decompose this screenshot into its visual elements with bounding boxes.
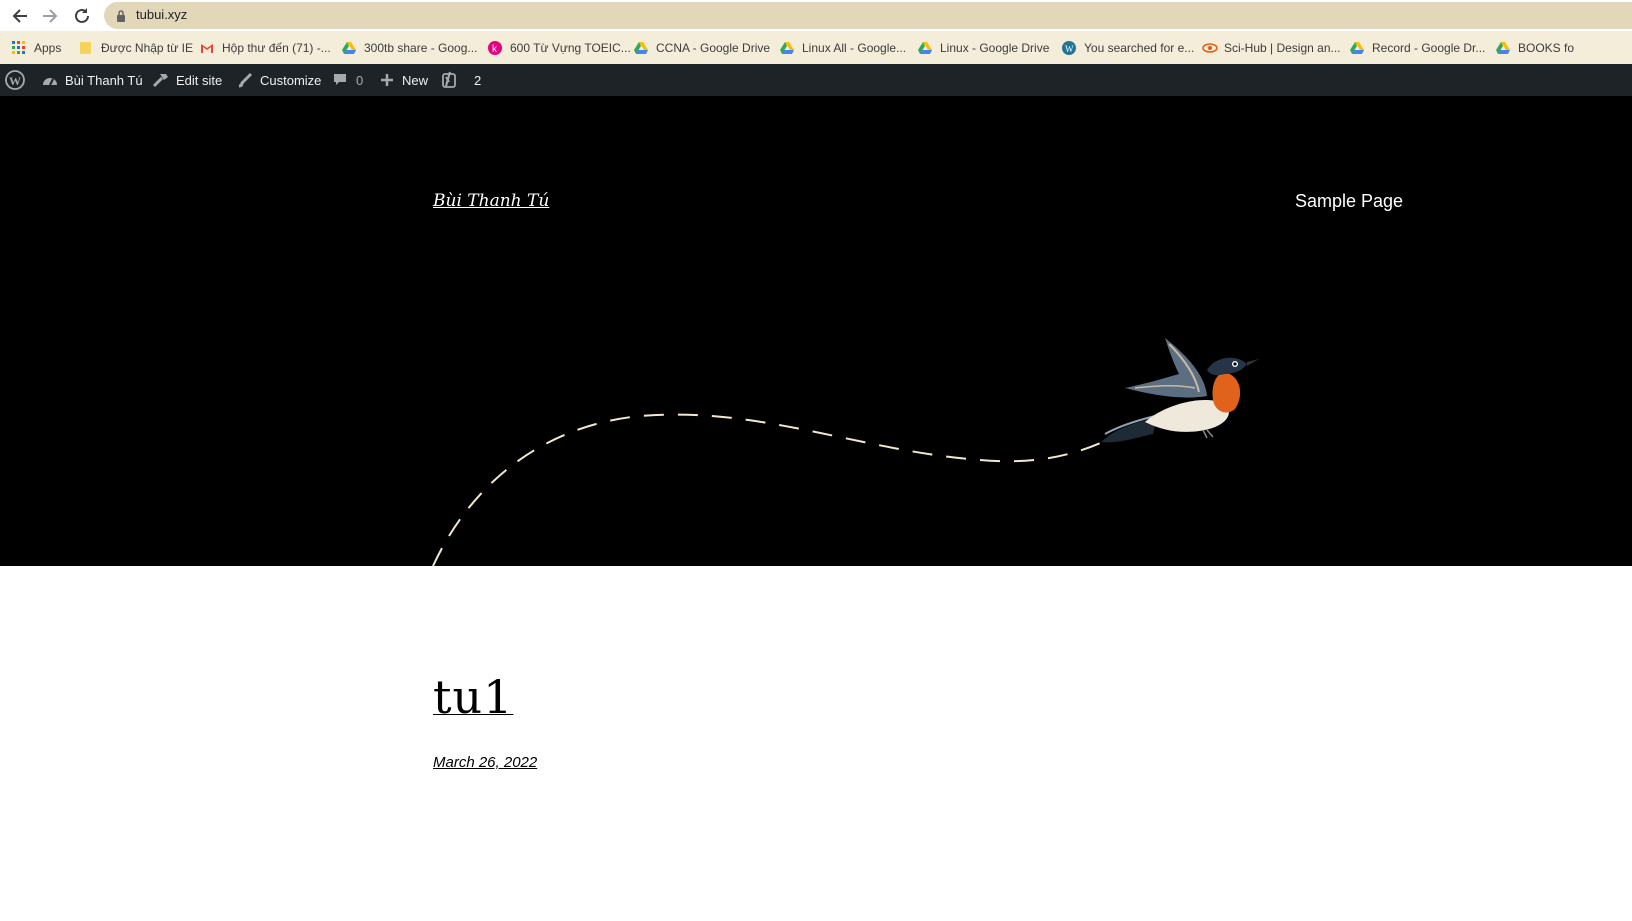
google-drive-icon [342, 41, 356, 55]
gmail-icon [200, 41, 214, 55]
google-drive-icon [780, 41, 794, 55]
customize-button[interactable]: Customize [236, 64, 321, 96]
dashboard-gauge-icon [43, 78, 57, 86]
bookmark-label: Hộp thư đến (71) -... [222, 40, 331, 55]
wordpress-logo-icon[interactable]: W [5, 64, 31, 96]
post-date-link[interactable]: March 26, 2022 [433, 754, 537, 771]
bookmark-label: You searched for e... [1084, 40, 1195, 55]
wp-admin-bar: W Bùi Thanh Tú Edit site Customize 0 New… [0, 64, 1632, 96]
url-text: tubui.xyz [136, 7, 188, 22]
nav-sample-page-link[interactable]: Sample Page [1295, 191, 1403, 212]
bookmark-label: Record - Google Dr... [1372, 40, 1486, 55]
bookmark-label: Apps [34, 40, 62, 55]
google-drive-icon [1496, 41, 1510, 55]
hammer-icon [152, 74, 168, 88]
lock-icon [116, 9, 126, 27]
flight-path-dashes [432, 413, 1116, 566]
yoast-icon [442, 71, 456, 88]
edit-site-button[interactable]: Edit site [152, 64, 222, 96]
comments-count: 0 [356, 72, 364, 88]
bookmark-apps[interactable]: Apps [12, 39, 61, 56]
bookmark-folder-ie[interactable]: Được Nhập từ IE [79, 39, 193, 56]
wordpress-icon: W [1062, 40, 1076, 55]
bookmark-linux-all[interactable]: Linux All - Google... [780, 39, 906, 56]
bookmarks-bar: Apps Được Nhập từ IE Hộp thư đến (71) -.… [0, 31, 1632, 64]
edit-site-label: Edit site [176, 72, 223, 88]
bookmark-books[interactable]: BOOKS fo [1496, 39, 1574, 56]
site-header-hero: Bùi Thanh Tú Sample Page [0, 96, 1632, 566]
bookmark-ccna[interactable]: CCNA - Google Drive [634, 39, 770, 56]
site-title-link[interactable]: Bùi Thanh Tú [433, 191, 549, 211]
scihub-icon [1202, 41, 1218, 55]
google-drive-icon [634, 41, 648, 55]
bookmark-gmail[interactable]: Hộp thư đến (71) -... [200, 39, 331, 56]
yoast-seo-button[interactable]: 2 [442, 64, 481, 96]
brush-icon [238, 72, 253, 88]
folder-icon [79, 41, 93, 55]
post-title-link[interactable]: tu1 [433, 670, 513, 724]
bookmark-label: Linux - Google Drive [940, 40, 1050, 55]
comment-bubble-icon [334, 74, 346, 85]
bookmark-label: Được Nhập từ IE [101, 40, 193, 55]
new-label: New [402, 72, 429, 88]
new-content-button[interactable]: New [378, 64, 428, 96]
admin-site-name-label: Bùi Thanh Tú [65, 72, 143, 88]
customize-label: Customize [260, 72, 322, 88]
bookmark-300tb[interactable]: 300tb share - Goog... [342, 39, 477, 56]
admin-site-name[interactable]: Bùi Thanh Tú [41, 64, 143, 96]
arrow-left-icon[interactable] [8, 4, 32, 28]
bookmark-label: Linux All - Google... [802, 40, 907, 55]
yoast-count: 2 [474, 72, 482, 88]
browser-toolbar: tubui.xyz [0, 0, 1632, 31]
apps-grid-icon [12, 40, 26, 55]
reload-icon[interactable] [70, 4, 94, 28]
k-circle-icon: k [488, 40, 502, 55]
bookmark-label: Sci-Hub | Design an... [1224, 40, 1341, 55]
bookmark-scihub[interactable]: Sci-Hub | Design an... [1202, 39, 1341, 56]
bookmark-label: BOOKS fo [1518, 40, 1575, 55]
bookmark-record[interactable]: Record - Google Dr... [1350, 39, 1485, 56]
bookmark-label: 300tb share - Goog... [364, 40, 478, 55]
bookmark-label: CCNA - Google Drive [656, 40, 771, 55]
plus-icon [381, 74, 393, 86]
google-drive-icon [1350, 41, 1364, 55]
svg-text:W: W [9, 74, 21, 88]
svg-text:W: W [1065, 44, 1074, 54]
arrow-right-icon[interactable] [38, 4, 62, 28]
bookmark-toeic[interactable]: k 600 Từ Vựng TOEIC... [488, 39, 631, 56]
bookmark-label: 600 Từ Vựng TOEIC... [510, 40, 631, 55]
google-drive-icon [918, 41, 932, 55]
address-bar[interactable]: tubui.xyz [104, 2, 1632, 29]
bird-illustration [1101, 338, 1259, 443]
bookmark-linux[interactable]: Linux - Google Drive [918, 39, 1049, 56]
comments-button[interactable]: 0 [332, 64, 363, 96]
bookmark-search[interactable]: W You searched for e... [1062, 39, 1194, 56]
